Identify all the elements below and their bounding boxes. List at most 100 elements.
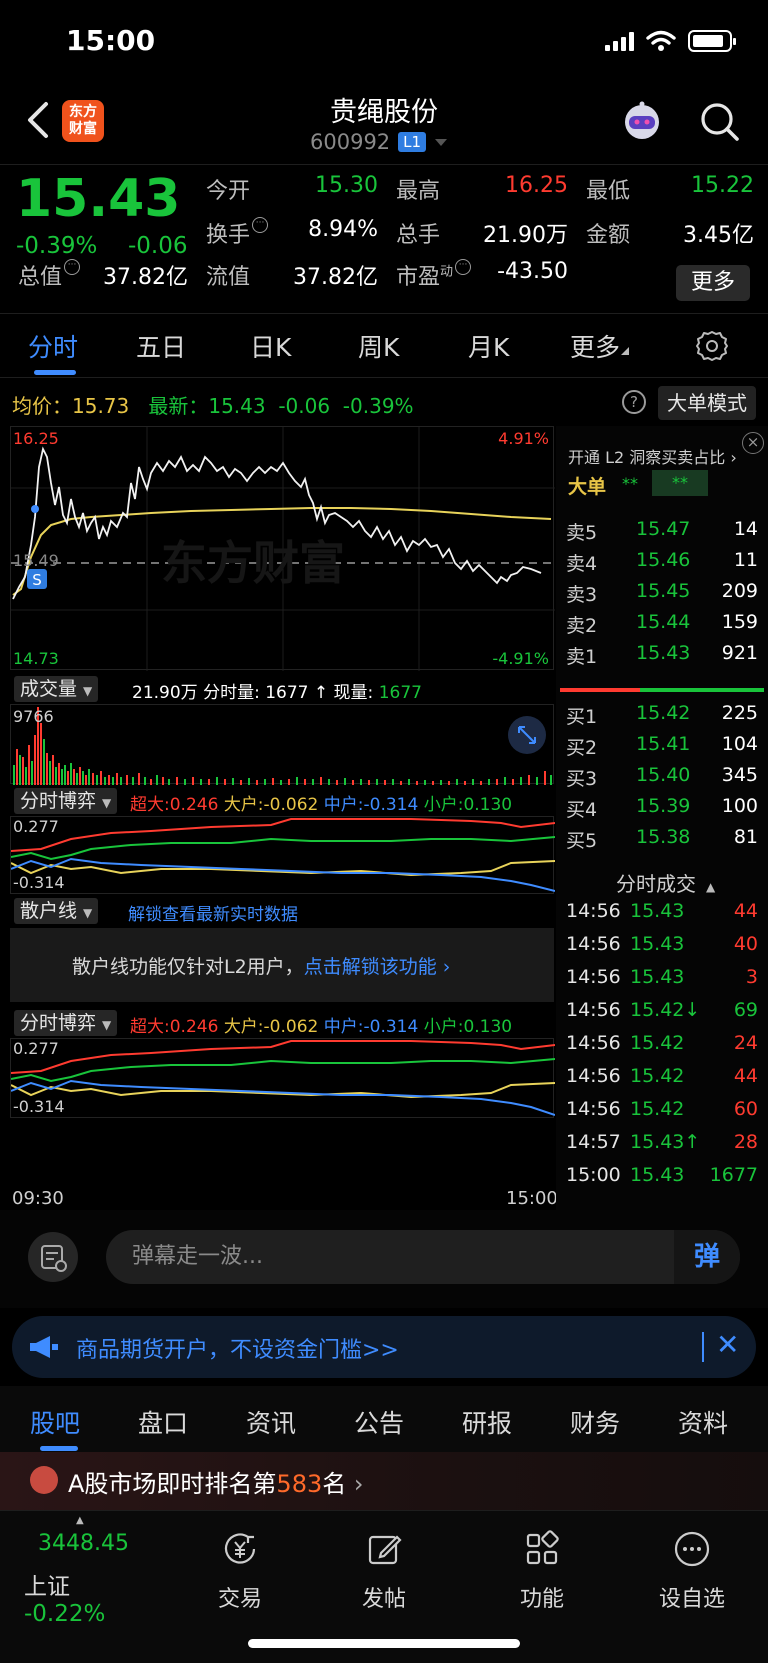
tab-forum[interactable]: 股吧: [30, 1404, 80, 1440]
y-axis-low: 14.73: [13, 649, 59, 668]
status-bar: 15:00: [0, 0, 768, 86]
danmaku-settings-icon[interactable]: [28, 1232, 78, 1282]
tab-weekly-k[interactable]: 周K: [358, 328, 399, 364]
active-tab-indicator: [34, 370, 76, 375]
volume-label: 总手: [396, 223, 441, 248]
open-label: 今开: [206, 179, 251, 204]
game-panel-2[interactable]: 0.277 -0.314: [10, 1038, 555, 1118]
intraday-info-row: 均价：15.73 最新：15.43 -0.06 -0.39% ? 大单模式: [0, 378, 768, 426]
info-dots-icon: ···: [252, 217, 269, 233]
tab-research[interactable]: 研报: [462, 1404, 512, 1440]
pe-label[interactable]: 市盈动 ···: [396, 259, 472, 291]
info-dots-icon: ···: [64, 259, 81, 275]
volume-panel[interactable]: 9766: [10, 704, 554, 785]
market-rank-strip[interactable]: A股市场即时排名第583名 ›: [0, 1452, 768, 1510]
retail-notice-link[interactable]: 点击解锁该功能: [304, 956, 437, 978]
big-order-value-b: **: [652, 470, 708, 496]
stock-code: 600992: [310, 130, 391, 154]
tab-news[interactable]: 资讯: [246, 1404, 296, 1440]
index-name: 上证 -0.22%: [24, 1574, 106, 1627]
tab-daily-k[interactable]: 日K: [250, 328, 291, 364]
tab-order-board[interactable]: 盘口: [138, 1404, 188, 1440]
tab-finance[interactable]: 财务: [570, 1404, 620, 1440]
index-ticker[interactable]: ▲ 3448.45 上证 -0.22%: [0, 1511, 150, 1627]
pe-value: -43.50: [497, 259, 568, 284]
float-value-value: 37.82亿: [293, 265, 378, 290]
ticks-title[interactable]: 分时成交 ▲: [616, 868, 715, 897]
bid-row[interactable]: 买4 15.39 100: [566, 793, 762, 823]
game-panel[interactable]: 0.277 -0.314: [10, 816, 555, 894]
game2-axis-bottom: -0.314: [13, 1097, 65, 1116]
active-tab-indicator: [40, 1446, 78, 1451]
chevron-up-icon: ▲: [76, 1515, 84, 1526]
promo-text[interactable]: 商品期货开户，不设资金门槛>>: [76, 1332, 399, 1364]
chart-tabs: 分时 五日 日K 周K 月K 更多: [0, 314, 768, 378]
game-indicator-selector-2[interactable]: 分时博弈 ▼: [14, 1010, 118, 1036]
latest-price: 15.43: [208, 394, 266, 418]
retail-notice: 散户线功能仅针对L2用户，点击解锁该功能 ›: [72, 956, 451, 978]
gear-icon[interactable]: [696, 330, 728, 362]
game-indicator-selector[interactable]: 分时博弈 ▼: [14, 788, 118, 814]
dropdown-triangle-icon: ▼: [102, 1018, 112, 1032]
danmaku-input[interactable]: 弹幕走一波...: [106, 1230, 740, 1284]
chart-watermark: 东方财富: [161, 536, 345, 590]
search-icon[interactable]: [698, 100, 742, 144]
big-order-mode-button[interactable]: 大单模式: [658, 386, 756, 420]
promo-banner[interactable]: 商品期货开户，不设资金门槛>> ✕: [12, 1316, 756, 1378]
robot-assistant-icon[interactable]: [620, 100, 664, 144]
stock-code-selector[interactable]: 600992 L1: [310, 130, 448, 154]
danmaku-send-button[interactable]: 弹: [674, 1230, 740, 1284]
chevron-right-icon: ›: [346, 1470, 364, 1498]
home-indicator[interactable]: [248, 1639, 520, 1648]
avg-price: 15.73: [72, 394, 130, 418]
edit-icon: [368, 1535, 402, 1565]
bid-row[interactable]: 买2 15.41 104: [566, 731, 762, 761]
total-value-label[interactable]: 总值 ···: [18, 259, 81, 291]
help-icon[interactable]: ?: [622, 390, 646, 414]
dropdown-triangle-icon: [435, 139, 448, 146]
l2-promo-link[interactable]: 开通 L2 洞察买卖占比 ›: [568, 444, 737, 468]
wifi-icon: [646, 30, 676, 51]
bid-row[interactable]: 买3 15.40 345: [566, 762, 762, 792]
price-panel[interactable]: 东方财富 S 16.25 4.91% 15.49 14.73 -4.91%: [10, 426, 555, 671]
tab-monthly-k[interactable]: 月K: [468, 328, 509, 364]
retail-unlock-link[interactable]: 解锁查看最新实时数据: [128, 900, 298, 925]
nav-functions[interactable]: 功能: [482, 1511, 602, 1613]
cursor-dot: [31, 505, 39, 513]
volume-indicator-selector[interactable]: 成交量 ▼: [14, 676, 99, 702]
close-icon[interactable]: ✕: [716, 1328, 739, 1361]
latest-percent: -0.39%: [342, 394, 414, 418]
tab-intraday[interactable]: 分时: [28, 328, 78, 364]
more-quote-button[interactable]: 更多: [676, 265, 750, 301]
ask-row[interactable]: 卖3 15.45 209: [566, 578, 762, 608]
ask-row[interactable]: 卖4 15.46 11: [566, 547, 762, 577]
nav-post[interactable]: 发帖: [324, 1511, 444, 1613]
dropdown-triangle-icon: ▼: [83, 906, 93, 920]
intraday-summary: 均价：15.73 最新：15.43 -0.06 -0.39%: [12, 394, 414, 418]
high-label: 最高: [396, 179, 441, 204]
ask-row[interactable]: 卖5 15.47 14: [566, 516, 762, 546]
ref-price: 15.49: [13, 551, 59, 570]
info-dots-icon: ···: [455, 259, 472, 275]
tab-announcements[interactable]: 公告: [354, 1404, 404, 1440]
nav-add-watchlist[interactable]: 设自选: [632, 1511, 752, 1613]
pe-superscript: 动: [440, 264, 454, 280]
ask-row[interactable]: 卖2 15.44 159: [566, 609, 762, 639]
tab-five-day[interactable]: 五日: [136, 328, 186, 364]
more-dots-icon: [674, 1531, 710, 1567]
volume-bars: [13, 707, 552, 785]
tab-more[interactable]: 更多: [570, 328, 630, 364]
ask-row[interactable]: 卖1 15.43 921: [566, 640, 762, 670]
bid-row[interactable]: 买5 15.38 81: [566, 824, 762, 854]
status-icons: [605, 30, 736, 52]
dropdown-triangle-icon: ▼: [102, 796, 112, 810]
expand-icon[interactable]: [507, 715, 547, 755]
turnover-label[interactable]: 换手 ···: [206, 217, 269, 249]
bid-row[interactable]: 买1 15.42 225: [566, 700, 762, 730]
amount-label: 金额: [586, 223, 631, 248]
change-amount: -0.06: [128, 233, 188, 259]
close-icon[interactable]: ×: [742, 432, 764, 454]
nav-trade[interactable]: 交易: [180, 1511, 300, 1613]
retail-line-selector[interactable]: 散户线 ▼: [14, 898, 99, 924]
tab-profile[interactable]: 资料: [678, 1404, 728, 1440]
